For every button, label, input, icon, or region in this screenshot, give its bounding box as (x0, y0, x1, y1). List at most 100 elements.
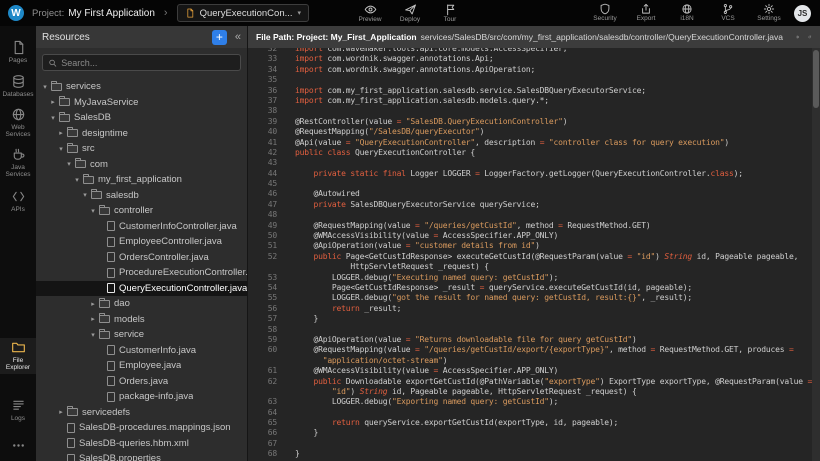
chevron-right-icon[interactable]: ▸ (88, 300, 98, 308)
code-line[interactable]: 60 @RequestMapping(value = "/queries/get… (248, 345, 812, 355)
editor-scrollbar[interactable] (812, 48, 820, 461)
header-action-settings[interactable]: Settings (753, 3, 785, 23)
code-line[interactable]: 59 @ApiOperation(value = "Returns downlo… (248, 335, 812, 345)
chevron-down-icon[interactable]: ▾ (88, 207, 98, 215)
code-line[interactable]: 62 public Downloadable exportGetCustId(@… (248, 377, 812, 387)
activity-item-file-explorer[interactable]: File Explorer (0, 338, 36, 374)
open-file-dropdown[interactable]: QueryExecutionCon... ▾ (177, 4, 309, 22)
tree-item-salesdb-procedures-mappings-json[interactable]: SalesDB-procedures.mappings.json (36, 420, 247, 436)
tree-item-procedureexecutioncontroller-java[interactable]: ProcedureExecutionController.java (36, 265, 247, 281)
code-line[interactable]: 45 (248, 179, 812, 189)
tree-item-salesdb[interactable]: ▾SalesDB (36, 110, 247, 126)
tree-item-orders-java[interactable]: Orders.java (36, 374, 247, 390)
code-line[interactable]: 36import com.my_first_application.salesd… (248, 86, 812, 96)
refresh-icon[interactable] (808, 31, 812, 43)
header-action-preview[interactable]: Preview (354, 3, 386, 24)
scrollbar-thumb[interactable] (813, 50, 819, 108)
header-action-deploy[interactable]: Deploy (394, 3, 426, 24)
code-line[interactable]: "application/octet-stream") (248, 356, 812, 366)
activity-item-apis[interactable]: APIs (0, 187, 36, 215)
code-line[interactable]: 58 (248, 325, 812, 335)
code-line[interactable]: 57 } (248, 314, 812, 324)
code-line[interactable]: 61 @WMAccessVisibility(value = AccessSpe… (248, 366, 812, 376)
code-line[interactable]: 67 (248, 439, 812, 449)
tree-item-orderscontroller-java[interactable]: OrdersController.java (36, 250, 247, 266)
code-line[interactable]: 39@RestController(value = "SalesDB.Query… (248, 117, 812, 127)
code-line[interactable]: 50 @WMAccessVisibility(value = AccessSpe… (248, 231, 812, 241)
code-line[interactable]: 52 public Page<GetCustIdResponse> execut… (248, 252, 812, 262)
tree-item-salesdb-properties[interactable]: SalesDB.properties (36, 451, 247, 461)
code-line[interactable]: "id") String id, Pageable pageable, Http… (248, 387, 812, 397)
code-line[interactable]: 33import com.wordnik.swagger.annotations… (248, 54, 812, 64)
header-action-vcs[interactable]: VCS (712, 3, 744, 23)
code-line[interactable]: HttpServletRequest _request) { (248, 262, 812, 272)
header-action-export[interactable]: Export (630, 3, 662, 23)
chevron-down-icon[interactable]: ▾ (40, 83, 50, 91)
chevron-down-icon[interactable]: ▾ (48, 114, 58, 122)
activity-item-more[interactable] (0, 436, 36, 455)
code-line[interactable]: 41@Api(value = "QueryExecutionController… (248, 138, 812, 148)
activity-item-databases[interactable]: Databases (0, 72, 36, 100)
chevron-right-icon[interactable]: ▸ (48, 98, 58, 106)
activity-item-pages[interactable]: Pages (0, 38, 36, 66)
chevron-right-icon[interactable]: ▸ (56, 408, 66, 416)
code-line[interactable]: 42public class QueryExecutionController … (248, 148, 812, 158)
code-line[interactable]: 34import com.wordnik.swagger.annotations… (248, 65, 812, 75)
tree-item-dao[interactable]: ▸dao (36, 296, 247, 312)
code-line[interactable]: 43 (248, 158, 812, 168)
tree-item-services[interactable]: ▾services (36, 79, 247, 95)
chevron-down-icon[interactable]: ▾ (64, 160, 74, 168)
tree-item-customerinfo-java[interactable]: CustomerInfo.java (36, 343, 247, 359)
code-line[interactable]: 40@RequestMapping("/SalesDB/queryExecuto… (248, 127, 812, 137)
code-line[interactable]: 64 (248, 408, 812, 418)
code-line[interactable]: 63 LOGGER.debug("Exporting named query: … (248, 397, 812, 407)
chevron-down-icon[interactable]: ▾ (80, 191, 90, 199)
code-line[interactable]: 38 (248, 106, 812, 116)
tree-item-designtime[interactable]: ▸designtime (36, 126, 247, 142)
search-input[interactable] (61, 58, 235, 68)
chevron-down-icon[interactable]: ▾ (56, 145, 66, 153)
wavemaker-logo[interactable]: W (8, 5, 24, 21)
add-resource-button[interactable]: + (212, 30, 227, 45)
code-line[interactable]: 68} (248, 449, 812, 459)
code-line[interactable]: 46 @Autowired (248, 189, 812, 199)
code-line[interactable]: 51 @ApiOperation(value = "customer detai… (248, 241, 812, 251)
code-line[interactable]: 37import com.my_first_application.salesd… (248, 96, 812, 106)
chevron-right-icon[interactable]: ▸ (56, 129, 66, 137)
tree-item-src[interactable]: ▾src (36, 141, 247, 157)
tree-item-my-first-application[interactable]: ▾my_first_application (36, 172, 247, 188)
chevron-down-icon[interactable]: ▾ (72, 176, 82, 184)
chevron-down-icon[interactable]: ▾ (88, 331, 98, 339)
activity-item-java-services[interactable]: Java Services (0, 145, 36, 181)
user-avatar[interactable]: JS (794, 5, 811, 22)
code-line[interactable]: 65 return queryService.exportGetCustId(e… (248, 418, 812, 428)
gear-icon[interactable] (796, 31, 800, 43)
code-editor[interactable]: 32import com.wavemaker.tools.api.core.mo… (248, 48, 820, 461)
header-action-i18n[interactable]: i18N (671, 3, 703, 23)
code-line[interactable]: 44 private static final Logger LOGGER = … (248, 169, 812, 179)
chevron-right-icon[interactable]: ▸ (88, 315, 98, 323)
tree-item-employeecontroller-java[interactable]: EmployeeController.java (36, 234, 247, 250)
tree-item-queryexecutioncontroller-java[interactable]: QueryExecutionController.java (36, 281, 247, 297)
code-line[interactable]: 49 @RequestMapping(value = "/queries/get… (248, 221, 812, 231)
tree-item-models[interactable]: ▸models (36, 312, 247, 328)
tree-item-myjavaservice[interactable]: ▸MyJavaService (36, 95, 247, 111)
tree-item-controller[interactable]: ▾controller (36, 203, 247, 219)
tree-item-employee-java[interactable]: Employee.java (36, 358, 247, 374)
tree-item-com[interactable]: ▾com (36, 157, 247, 173)
collapse-panel-button[interactable]: « (235, 31, 241, 43)
tree-item-service[interactable]: ▾service (36, 327, 247, 343)
code-line[interactable]: 47 private SalesDBQueryExecutorService q… (248, 200, 812, 210)
code-line[interactable]: 54 Page<GetCustIdResponse> _result = que… (248, 283, 812, 293)
code-line[interactable]: 53 LOGGER.debug("Executing named query: … (248, 273, 812, 283)
code-line[interactable]: 55 LOGGER.debug("got the result for name… (248, 293, 812, 303)
code-line[interactable]: 56 return _result; (248, 304, 812, 314)
code-line[interactable]: 48 (248, 210, 812, 220)
header-action-security[interactable]: Security (589, 3, 621, 23)
code-line[interactable]: 66 } (248, 428, 812, 438)
activity-item-web-services[interactable]: Web Services (0, 105, 36, 141)
activity-item-logs[interactable]: Logs (0, 396, 36, 424)
code-line[interactable]: 35 (248, 75, 812, 85)
tree-item-customerinfocontroller-java[interactable]: CustomerInfoController.java (36, 219, 247, 235)
tree-item-salesdb[interactable]: ▾salesdb (36, 188, 247, 204)
